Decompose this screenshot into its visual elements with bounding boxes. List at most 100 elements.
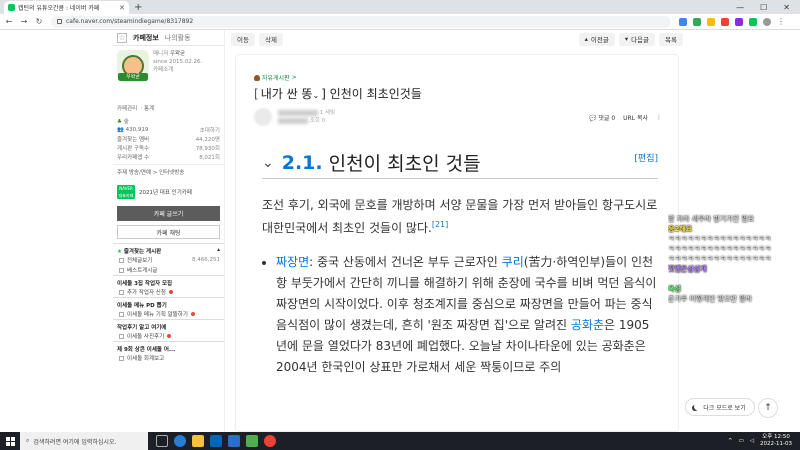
board-label: 이세돌 메뉴 기획 알뜰하기 [127,312,188,318]
taskbar-search[interactable]: ⌕ 검색하려면 여기에 입력하십시오. [20,432,148,450]
extension-icon[interactable] [749,17,757,26]
divider [113,164,224,165]
title-bracket: [ [254,86,259,101]
url-copy-button[interactable]: URL 복사 [623,113,648,122]
item-text: : 중국 산동에서 건너온 부두 근로자인 [309,255,502,269]
member-count[interactable]: 430,919 [126,127,149,133]
comments-button[interactable]: 💬 댓글 0 [589,113,615,122]
cafe-since: since 2015.02.26. [153,59,203,65]
menu-icon[interactable]: ⋮ [777,17,785,26]
store-icon[interactable] [210,435,222,447]
bullet-list: 짜장면: 중국 산동에서 건너온 부두 근로자인 쿠리(苦力·하역인부)들이 인… [276,252,658,378]
task-view-icon[interactable] [156,435,168,447]
author-row: 1 세빛 조회 0 💬 댓글 0 URL 복사 ⋮ [254,106,678,128]
maximize-icon[interactable]: ☐ [760,3,767,12]
award-banner[interactable]: NAVER 대표카페 2021년 대표 인기카페 [113,180,224,204]
window-close-icon[interactable]: ✕ [783,3,790,12]
board-item[interactable]: 추가 작업자 신청 [113,287,224,297]
chevron-down-icon[interactable]: ⌄ [262,155,274,171]
edge-icon[interactable] [174,435,186,447]
app-icon[interactable] [246,435,258,447]
clock[interactable]: 오후 12:50 2022-11-03 [760,434,792,448]
minimize-icon[interactable]: — [736,3,744,12]
article-card: 자유게시판 > [ 내가 싼 똥⌄ ] 인천이 최초인것들 1 세빛 조회 0 … [235,54,679,432]
volume-icon[interactable]: ◁ [750,438,754,444]
author-name-blurred[interactable] [278,109,318,116]
board-label: 이세돌 사진후기 [127,334,165,340]
board-section: 이세돌 3집 작업자 모집 [113,275,224,287]
scroll-top-button[interactable]: ↑ [758,398,778,418]
chrome-icon[interactable] [264,435,276,447]
more-icon[interactable]: ⋮ [656,114,662,121]
stat-label: 게시판 구독수 [117,145,150,152]
term-link[interactable]: 공화춘 [571,318,604,332]
board-item[interactable]: 이세돌 회계보고 [113,353,224,363]
prev-post-button[interactable]: ▴ 이전글 [578,32,615,46]
chevron-up-icon[interactable]: ▴ [217,247,220,253]
board-link[interactable]: 자유게시판 > [254,73,678,82]
board-icon [119,289,124,295]
vscode-icon[interactable] [228,435,240,447]
tab-my-activity[interactable]: 나의활동 [165,33,191,43]
close-icon[interactable]: ✕ [119,4,125,12]
forward-icon[interactable]: → [18,17,30,26]
term-link[interactable]: 쿠리 [502,255,524,269]
list-button[interactable]: 목록 [659,32,683,46]
extension-icon[interactable] [721,17,729,26]
start-button[interactable] [0,436,20,446]
network-icon[interactable]: ▭ [739,438,744,444]
favorites-title: 즐겨찾는 게시판 [123,249,162,255]
edit-link[interactable]: [편집] [634,151,658,164]
tab-cafe-info[interactable]: 카페정보 [133,33,159,43]
back-icon[interactable]: ← [3,17,15,26]
reload-icon[interactable]: ↻ [33,17,45,26]
title-tag-select[interactable]: 내가 싼 똥⌄ [261,85,320,102]
browser-tab[interactable]: 캡틴의 유튜오간콤 : 네이버 카페 ✕ [4,1,129,14]
tray-chevron-icon[interactable]: ^ [728,438,733,444]
chat-line [668,274,800,284]
award-text: 2021년 대표 인기카페 [139,190,192,196]
write-post-button[interactable]: 카페 글쓰기 [117,206,220,221]
term-link[interactable]: 짜장면 [276,255,309,269]
cafe-logo[interactable]: 우왁굳 [117,50,149,82]
extension-icon[interactable] [693,17,701,26]
chat-line: ㅋㅋㅋㅋㅋㅋㅋㅋㅋㅋㅋㅋㅋㅋㅋㅋ [668,254,800,264]
url-field[interactable]: cafe.naver.com/steamindiegame/8317892 [51,15,671,28]
board-icon [119,333,124,339]
board-item[interactable]: 베스트게시글 [113,265,224,275]
chat-text: ㅋㅋㅋㅋㅋㅋㅋㅋㅋㅋㅋㅋㅋㅋㅋㅋ [668,245,772,253]
sidebar-tabs: ☆ 카페정보 나의활동 [113,30,224,46]
cafe-admin-links[interactable]: 카페관리 ㆍ통계 [113,104,224,116]
extension-icon[interactable] [707,17,715,26]
clock-time: 오후 12:50 [762,434,790,440]
next-post-button[interactable]: ▾ 다음글 [618,32,656,46]
favorites-section[interactable]: ★ 즐겨찾는 게시판 ▴ [113,243,224,255]
board-item[interactable]: 이세돌 메뉴 기획 알뜰하기 [113,309,224,319]
avatar[interactable] [254,108,272,126]
cafe-topic: 주제 방송/연예 > 인터넷방송 [117,170,185,176]
new-badge [167,334,172,338]
lock-icon [57,19,62,24]
section-number[interactable]: 2.1. [282,152,323,174]
move-button[interactable]: 이동 [231,32,255,46]
extension-icon[interactable] [735,17,743,26]
board-section: 제 9회 상콘 이세돌 어... [113,341,224,353]
dark-mode-button[interactable]: 다크 모드로 보기 [685,398,755,416]
stat-row: 즐겨찾는 멤버 44,220명 [113,134,224,143]
profile-avatar[interactable] [763,17,771,26]
cafe-chat-button[interactable]: 카페 채팅 [117,225,220,239]
board-item[interactable]: 이세돌 사진후기 [113,331,224,341]
new-tab-icon[interactable]: + [134,2,142,14]
footnote-link[interactable]: [21] [432,220,448,229]
invite-link[interactable]: 초대하기 [200,126,220,134]
title-tag: 내가 싼 똥 [260,87,313,101]
extension-icon[interactable] [679,17,687,26]
board-item[interactable]: 전체글보기 8,466,251 [113,255,224,265]
manager-name[interactable]: 우왁굳 [170,51,185,57]
star-icon[interactable]: ☆ [117,32,127,43]
board-icon [119,267,124,273]
folder-icon[interactable] [192,435,204,447]
delete-button[interactable]: 삭제 [258,32,283,46]
cafe-desc-link[interactable]: 카페소개 [153,66,202,74]
search-placeholder: 검색하려면 여기에 입력하십시오. [33,438,117,446]
